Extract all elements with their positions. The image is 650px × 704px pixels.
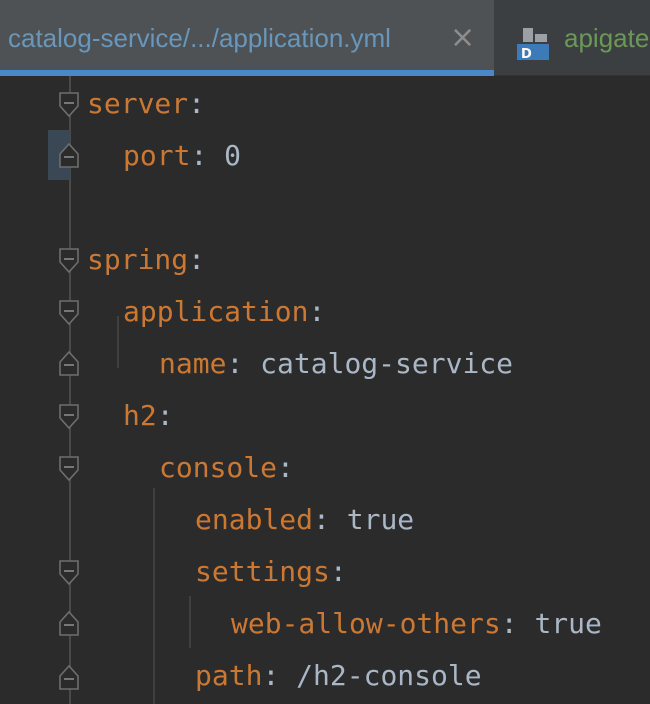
- code-line[interactable]: name: catalog-service: [0, 338, 650, 390]
- tab-apigateway[interactable]: apigate: [512, 0, 650, 76]
- editor-tab-bar: catalog-service/.../application.yml × D …: [0, 0, 650, 76]
- yaml-key: server: [87, 87, 189, 120]
- code-line[interactable]: spring:: [0, 234, 650, 286]
- code-line[interactable]: server:: [0, 78, 650, 130]
- yaml-colon: :: [500, 607, 535, 640]
- yaml-colon: :: [188, 87, 206, 120]
- yaml-key: path: [195, 659, 263, 692]
- yaml-colon: :: [313, 503, 347, 536]
- yaml-key: port: [123, 139, 191, 172]
- tab-application-yml[interactable]: catalog-service/.../application.yml: [0, 0, 494, 76]
- code-line[interactable]: settings:: [0, 546, 650, 598]
- yaml-colon: :: [226, 347, 261, 380]
- yaml-key: name: [159, 347, 227, 380]
- yaml-key: enabled: [195, 503, 314, 536]
- yaml-colon: :: [156, 399, 174, 432]
- yaml-key: console: [159, 451, 278, 484]
- yaml-key: application: [123, 295, 309, 328]
- code-editor[interactable]: server: port: 0 spring: application: nam…: [0, 76, 650, 704]
- yaml-key: settings: [195, 555, 330, 588]
- yaml-colon: :: [262, 659, 297, 692]
- code-line[interactable]: port: 0: [0, 130, 650, 182]
- yaml-value: /h2-console: [296, 659, 482, 692]
- yaml-colon: :: [277, 451, 294, 484]
- yaml-colon: :: [308, 295, 326, 328]
- code-line[interactable]: console:: [0, 442, 650, 494]
- yaml-value: true: [534, 607, 602, 640]
- yaml-colon: :: [329, 555, 347, 588]
- yaml-key: web-allow-others: [231, 607, 501, 640]
- code-line[interactable]: application:: [0, 286, 650, 338]
- yaml-colon: :: [188, 243, 206, 276]
- yaml-colon: :: [190, 139, 225, 172]
- yaml-value: true: [346, 503, 415, 536]
- yaml-key: spring: [87, 243, 189, 276]
- close-icon[interactable]: ×: [450, 23, 475, 53]
- code-line[interactable]: h2:: [0, 390, 650, 442]
- code-line[interactable]: enabled: true: [0, 494, 650, 546]
- tab-label: apigate: [564, 22, 650, 53]
- tab-label: catalog-service/.../application.yml: [8, 22, 391, 53]
- yaml-value: 0: [224, 139, 242, 172]
- code-line[interactable]: web-allow-others: true: [0, 598, 650, 650]
- yaml-value: catalog-service: [260, 347, 514, 380]
- yaml-key: h2: [123, 399, 157, 432]
- code-line-empty[interactable]: [0, 182, 650, 234]
- code-line[interactable]: path: /h2-console: [0, 650, 650, 702]
